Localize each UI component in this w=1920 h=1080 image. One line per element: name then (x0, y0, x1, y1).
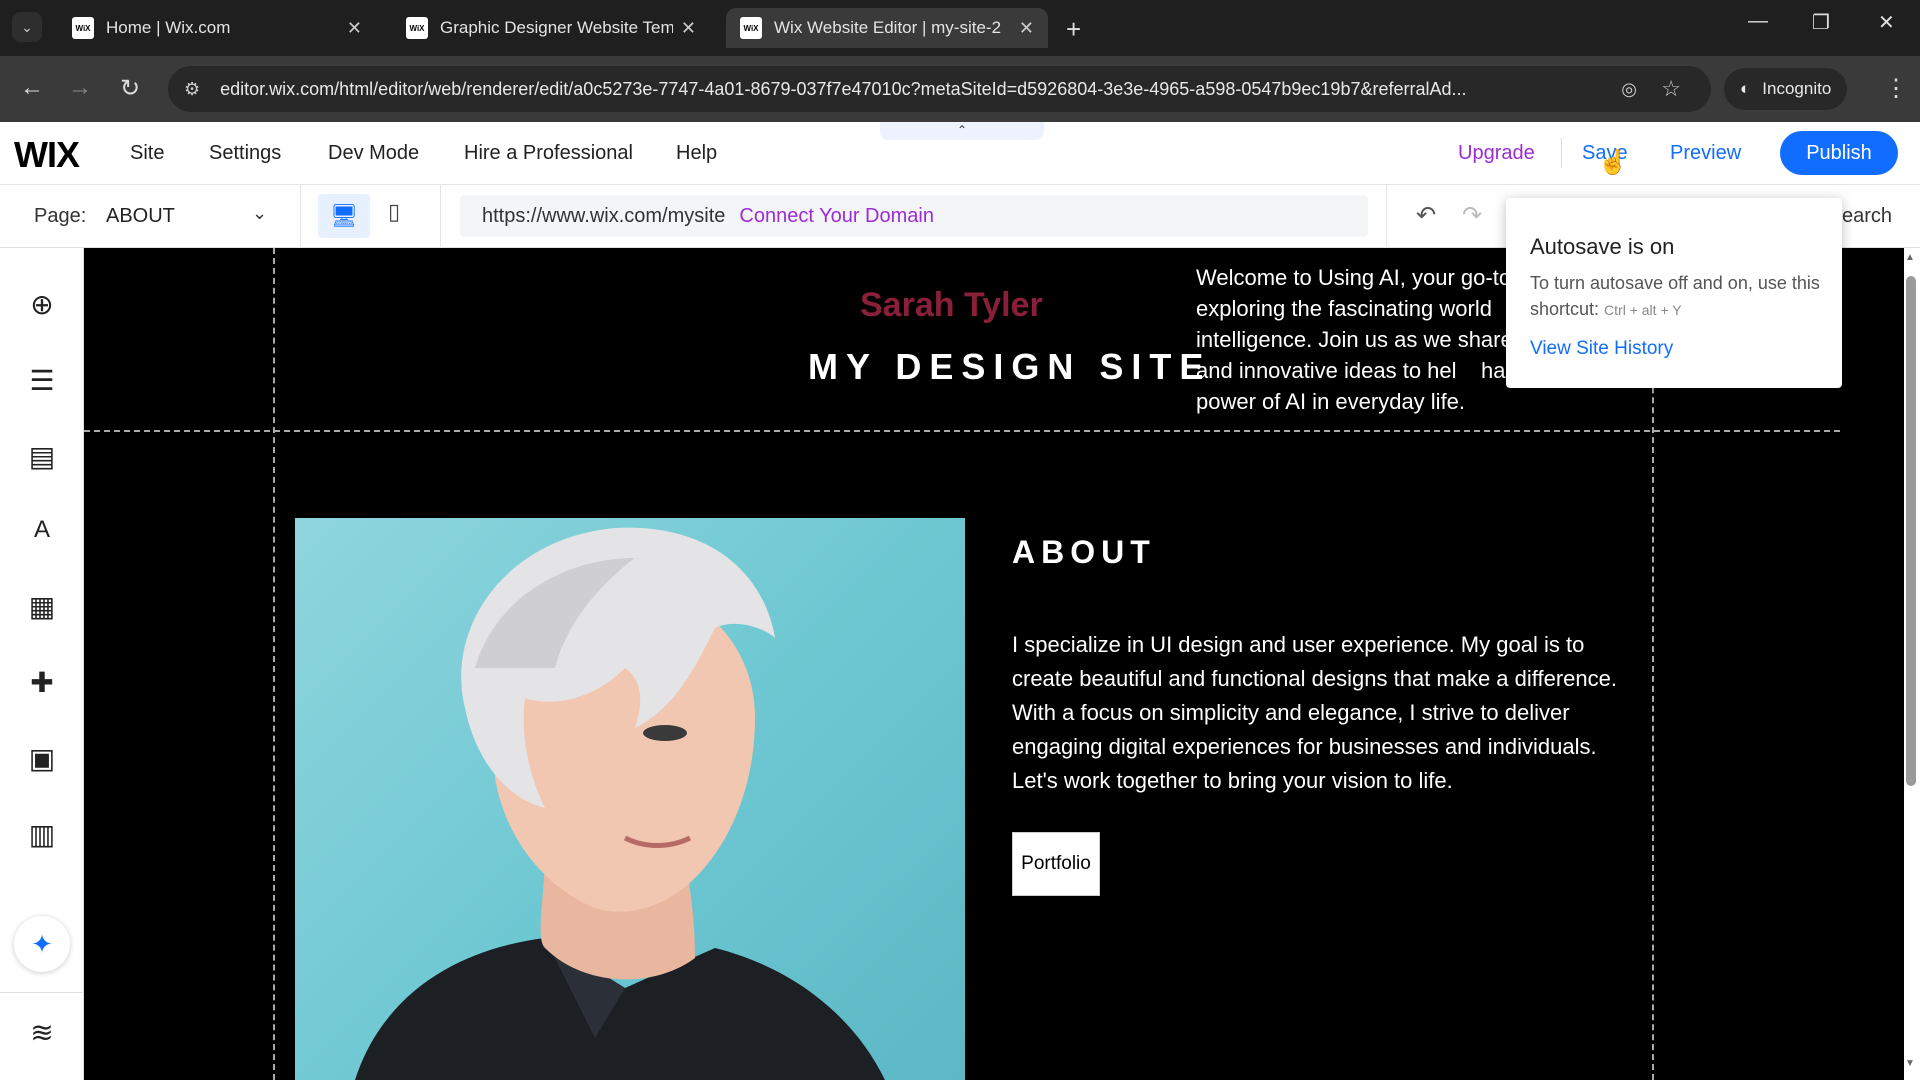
connect-domain-link[interactable]: Connect Your Domain (739, 205, 934, 228)
wix-favicon-icon: WiX (740, 17, 762, 39)
divider (1386, 185, 1387, 248)
eye-off-icon[interactable]: ◎ (1621, 79, 1637, 100)
page-label: Page: (34, 205, 87, 227)
upgrade-link[interactable]: Upgrade (1458, 142, 1535, 165)
pages-icon[interactable]: ▤ (22, 436, 62, 476)
popover-title: Autosave is on (1530, 234, 1675, 259)
cms-icon[interactable]: ▥ (22, 814, 62, 854)
url-text[interactable]: editor.wix.com/html/editor/web/renderer/… (220, 79, 1600, 100)
incognito-icon: ◐ (1740, 79, 1751, 98)
tab-title: Graphic Designer Website Temp (440, 18, 673, 37)
about-paragraph[interactable]: I specialize in UI design and user exper… (1012, 628, 1632, 798)
tab-title: Home | Wix.com (106, 18, 231, 37)
portrait-image[interactable] (295, 518, 965, 1080)
collapse-toolbar-chevron-icon[interactable]: ⌃ (880, 122, 1044, 140)
add-elements-icon[interactable]: ⊕ (22, 284, 62, 324)
browser-tab-bar: ⌄ WiX Home | Wix.com ✕ WiX Graphic Desig… (0, 0, 1920, 56)
page-selector[interactable]: ABOUT (106, 205, 175, 228)
autosave-popover: Autosave is on To turn autosave off and … (1506, 198, 1842, 388)
site-info-icon[interactable]: ⚙ (184, 79, 200, 100)
close-icon[interactable]: ✕ (1019, 18, 1034, 39)
site-owner-name[interactable]: Sarah Tyler (860, 286, 1043, 325)
redo-icon[interactable]: ↷ (1462, 201, 1482, 230)
new-tab-plus-icon[interactable]: + (1066, 14, 1081, 45)
reload-icon[interactable]: ↻ (120, 74, 140, 103)
preview-button[interactable]: Preview (1670, 142, 1741, 165)
popover-description: To turn autosave off and on, use this sh… (1530, 270, 1830, 323)
divider (0, 992, 84, 993)
menu-hire-professional[interactable]: Hire a Professional (464, 142, 633, 165)
site-address-bar: https://www.wix.com/mysite Connect Your … (460, 195, 1368, 237)
business-apps-icon[interactable]: ✚ (22, 662, 62, 702)
menu-site[interactable]: Site (130, 142, 164, 165)
gridline-guide (273, 248, 275, 1080)
site-url: https://www.wix.com/mysite (482, 204, 726, 227)
media-icon[interactable]: ▣ (22, 738, 62, 778)
divider (440, 185, 441, 248)
close-icon[interactable]: ✕ (681, 18, 696, 39)
tab-search-chevron-icon[interactable]: ⌄ (12, 12, 42, 42)
hand-cursor-icon: ☝ (1598, 149, 1628, 176)
browser-tab-editor[interactable]: WiX Wix Website Editor | my-site-2 ✕ (726, 8, 1048, 48)
wix-favicon-icon: WiX (406, 17, 428, 39)
close-icon[interactable]: ✕ (347, 18, 362, 39)
back-arrow-icon[interactable]: ← (20, 74, 44, 102)
incognito-label: Incognito (1762, 79, 1832, 98)
window-close-icon[interactable]: ✕ (1878, 10, 1895, 35)
wix-favicon-icon: WiX (72, 17, 94, 39)
apps-icon[interactable]: ▦ (22, 586, 62, 626)
ai-assistant-icon[interactable]: ✦ (14, 916, 70, 972)
mobile-view-icon[interactable]: ▯ (388, 199, 400, 225)
browser-address-bar: ← → ↻ ⚙ editor.wix.com/html/editor/web/r… (0, 56, 1920, 122)
minimize-icon[interactable]: — (1748, 10, 1768, 33)
layers-icon[interactable]: ≋ (22, 1012, 62, 1052)
chevron-down-icon[interactable]: ⌄ (252, 203, 267, 224)
portfolio-button[interactable]: Portfolio (1012, 832, 1100, 896)
browser-tab-home[interactable]: WiX Home | Wix.com ✕ (58, 8, 376, 48)
restore-icon[interactable]: ❐ (1812, 10, 1830, 35)
divider (1561, 138, 1562, 168)
portrait-illustration (355, 527, 885, 1080)
bookmark-star-icon[interactable]: ☆ (1661, 76, 1681, 102)
url-field[interactable]: ⚙ editor.wix.com/html/editor/web/rendere… (168, 66, 1711, 112)
view-site-history-link[interactable]: View Site History (1530, 338, 1673, 360)
incognito-badge[interactable]: ◐ Incognito (1724, 68, 1848, 110)
shortcut-hint: Ctrl + alt + Y (1604, 302, 1682, 318)
site-design-icon[interactable]: A (22, 510, 62, 550)
menu-dev-mode[interactable]: Dev Mode (328, 142, 419, 165)
about-heading[interactable]: ABOUT (1012, 534, 1156, 571)
site-title[interactable]: MY DESIGN SITE (808, 346, 1211, 388)
undo-icon[interactable]: ↶ (1416, 201, 1436, 230)
browser-menu-icon[interactable]: ⋮ (1884, 74, 1908, 103)
forward-arrow-icon[interactable]: → (68, 74, 92, 102)
scroll-up-icon[interactable]: ▲ (1905, 252, 1915, 263)
tab-title: Wix Website Editor | my-site-2 (774, 18, 1002, 37)
scrollbar-thumb[interactable] (1906, 276, 1916, 786)
menu-help[interactable]: Help (676, 142, 717, 165)
header-boundary-guide (84, 430, 1840, 432)
divider (300, 185, 301, 248)
search-label[interactable]: earch (1842, 205, 1892, 228)
browser-tab-templates[interactable]: WiX Graphic Designer Website Temp ✕ (392, 8, 710, 48)
menu-settings[interactable]: Settings (209, 142, 281, 165)
publish-button[interactable]: Publish (1780, 131, 1898, 175)
editor-top-bar: WIX ⌃ Site Settings Dev Mode Hire a Prof… (0, 122, 1920, 185)
sections-icon[interactable]: ☰ (22, 360, 62, 400)
editor-left-sidebar: ⊕ ☰ ▤ A ▦ ✚ ▣ ▥ ✦ ≋ (0, 248, 84, 1080)
scroll-down-icon[interactable]: ▼ (1905, 1058, 1915, 1069)
desktop-view-icon[interactable]: 🖥 (318, 194, 370, 238)
wix-logo[interactable]: WIX (14, 134, 80, 176)
